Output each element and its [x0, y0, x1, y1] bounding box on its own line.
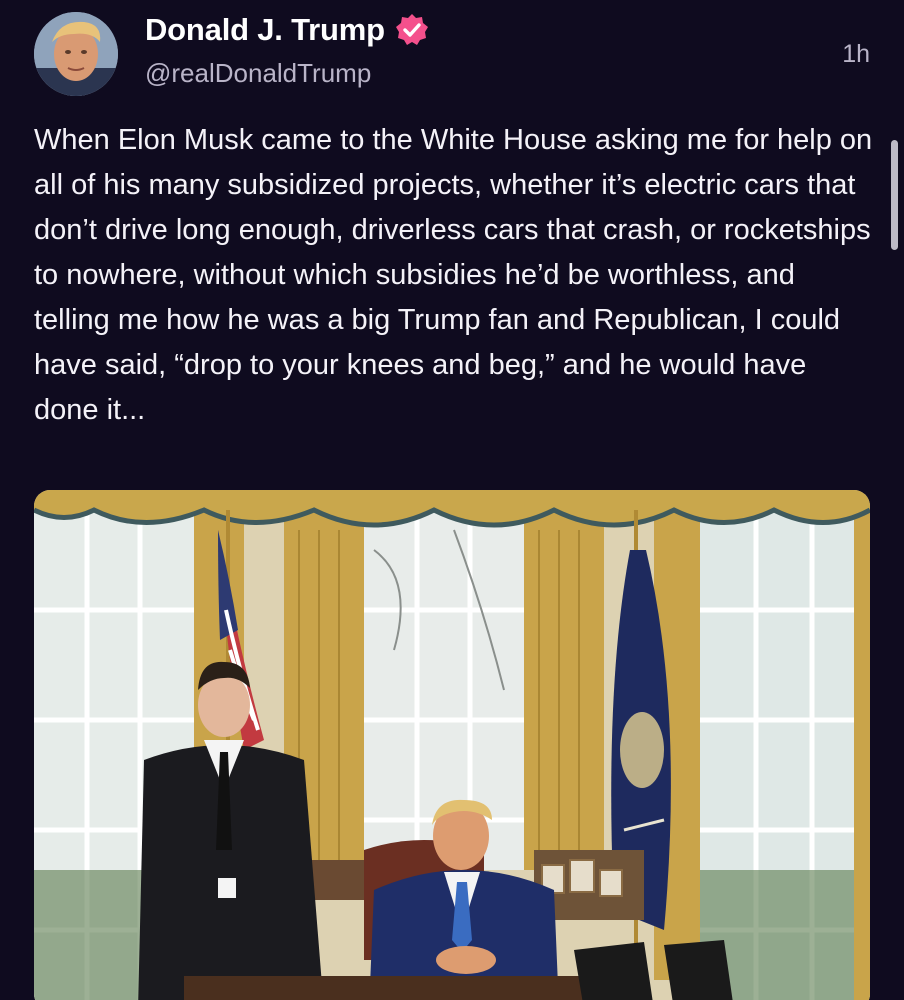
post-card: Donald J. Trump @realDonaldTrump 1h When… [0, 0, 904, 1000]
scrollbar[interactable] [891, 140, 898, 250]
window-right [700, 510, 870, 1000]
avatar[interactable] [34, 12, 118, 96]
post-text: When Elon Musk came to the White House a… [34, 124, 873, 426]
author-display-name[interactable]: Donald J. Trump [145, 12, 385, 48]
post-timestamp[interactable]: 1h [842, 40, 870, 69]
verified-badge-icon [395, 14, 428, 45]
avatar-image [34, 12, 118, 96]
author-name-row: Donald J. Trump [145, 12, 429, 48]
author-handle[interactable]: @realDonaldTrump [145, 58, 371, 89]
oval-office-photo [34, 490, 870, 1000]
post-photo[interactable] [34, 490, 870, 1000]
